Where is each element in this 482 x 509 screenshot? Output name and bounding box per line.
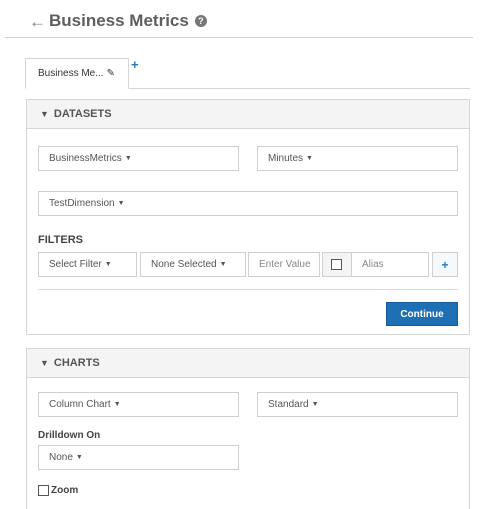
- drilldown-dropdown[interactable]: None ▼: [38, 445, 239, 470]
- collapse-caret-icon: ▼: [40, 109, 49, 119]
- chevron-down-icon: ▼: [311, 401, 319, 408]
- chart-type-dropdown-value: Column Chart: [49, 399, 111, 410]
- zoom-checkbox[interactable]: [38, 485, 49, 496]
- charts-panel-header[interactable]: ▼ CHARTS: [27, 349, 469, 378]
- filter-dropdown-value: Select Filter: [49, 259, 102, 270]
- filter-dropdown[interactable]: Select Filter ▼: [38, 252, 137, 277]
- page-header: ← Business Metrics ?: [29, 10, 207, 32]
- chevron-down-icon: ▼: [124, 155, 132, 162]
- dimension-dropdown-value: TestDimension: [49, 198, 115, 209]
- metric-dropdown[interactable]: BusinessMetrics ▼: [38, 146, 239, 171]
- chevron-down-icon: ▼: [306, 155, 313, 162]
- interval-dropdown-value: Minutes: [268, 153, 304, 164]
- add-tab-button[interactable]: +: [131, 58, 139, 71]
- charts-panel: ▼ CHARTS Column Chart ▼ Standard ▼ Drill…: [26, 348, 470, 509]
- datasets-divider: [38, 289, 458, 290]
- chevron-down-icon: ▼: [104, 261, 112, 268]
- filter-values-dropdown[interactable]: None Selected ▼: [140, 252, 246, 277]
- pencil-icon[interactable]: ✎: [107, 68, 115, 79]
- chevron-down-icon: ▼: [117, 200, 125, 207]
- charts-heading: CHARTS: [53, 357, 100, 369]
- filter-value-placeholder: Enter Value: [259, 259, 311, 270]
- alias-input[interactable]: Alias: [351, 252, 429, 277]
- chevron-down-icon: ▼: [113, 401, 121, 408]
- help-icon[interactable]: ?: [194, 15, 207, 27]
- chart-style-dropdown-value: Standard: [268, 399, 309, 410]
- dimension-dropdown[interactable]: TestDimension ▼: [38, 191, 458, 216]
- filter-checkbox[interactable]: [331, 259, 342, 270]
- datasets-panel: ▼ DATASETS BusinessMetrics ▼ Minutes ▼ T…: [26, 99, 470, 335]
- drilldown-label: Drilldown On: [38, 430, 101, 441]
- chevron-down-icon: ▼: [75, 454, 83, 461]
- datasets-panel-header[interactable]: ▼ DATASETS: [27, 100, 469, 129]
- back-arrow-icon[interactable]: ←: [29, 13, 46, 30]
- filter-value-input[interactable]: Enter Value: [248, 252, 320, 277]
- continue-button[interactable]: Continue: [386, 302, 458, 326]
- header-divider: [5, 37, 473, 38]
- drilldown-dropdown-value: None: [49, 452, 73, 463]
- chevron-down-icon: ▼: [219, 261, 227, 268]
- filters-label: FILTERS: [38, 234, 84, 246]
- datasets-heading: DATASETS: [53, 108, 112, 120]
- filter-values-dropdown-value: None Selected: [151, 259, 217, 270]
- alias-placeholder: Alias: [362, 259, 384, 270]
- tab-label: Business Me...: [38, 68, 104, 79]
- interval-dropdown[interactable]: Minutes ▼: [257, 146, 458, 171]
- chart-type-dropdown[interactable]: Column Chart ▼: [38, 392, 239, 417]
- zoom-label: Zoom: [51, 485, 79, 496]
- add-filter-button[interactable]: +: [432, 252, 458, 277]
- metric-dropdown-value: BusinessMetrics: [49, 153, 122, 164]
- page-title: Business Metrics: [49, 11, 189, 30]
- tab-business-metrics[interactable]: Business Me... ✎: [25, 58, 129, 89]
- chart-style-dropdown[interactable]: Standard ▼: [257, 392, 458, 417]
- collapse-caret-icon: ▼: [40, 358, 49, 368]
- tab-strip-line: [128, 88, 470, 89]
